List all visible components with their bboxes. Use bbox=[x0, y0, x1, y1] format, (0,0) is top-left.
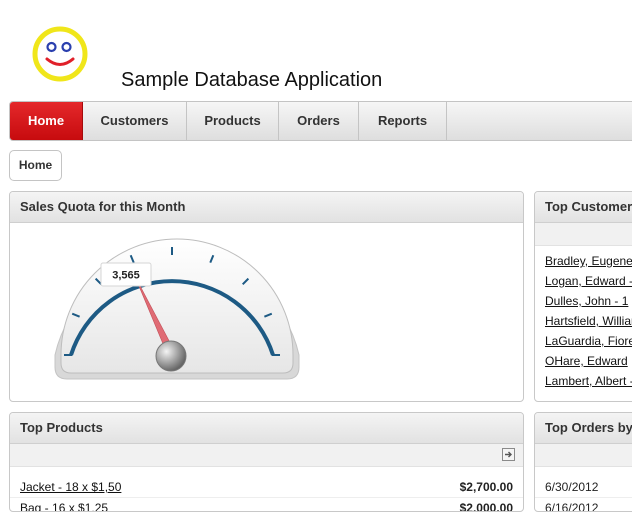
product-row: Bag - 16 x $1,25 $2,000.00 bbox=[10, 498, 523, 512]
sales-quota-region: Sales Quota for this Month 3,565 bbox=[9, 191, 524, 402]
tab-customers[interactable]: Customers bbox=[83, 102, 187, 140]
product-total: $2,000.00 bbox=[459, 501, 513, 512]
tab-products[interactable]: Products bbox=[187, 102, 279, 140]
product-link[interactable]: Bag - 16 x $1,25 bbox=[20, 498, 108, 511]
customer-link[interactable]: Hartsfield, William bbox=[535, 311, 632, 331]
customer-link[interactable]: Dulles, John - 1 bbox=[535, 291, 632, 311]
product-row: Jacket - 18 x $1,50 $2,700.00 bbox=[10, 477, 523, 498]
product-link[interactable]: Jacket - 18 x $1,50 bbox=[20, 477, 121, 497]
sales-quota-title: Sales Quota for this Month bbox=[10, 192, 523, 223]
main-tab-bar: Home Customers Products Orders Reports bbox=[9, 101, 632, 141]
customer-link[interactable]: OHare, Edward bbox=[535, 351, 632, 371]
top-customers-list: Bradley, Eugene Logan, Edward - Dulles, … bbox=[535, 246, 632, 391]
top-products-region: Top Products Jacket - 18 x $1,50 $2,700.… bbox=[9, 412, 524, 512]
tab-home[interactable]: Home bbox=[10, 102, 83, 140]
customer-link[interactable]: LaGuardia, Fiore bbox=[535, 331, 632, 351]
top-orders-toolbar bbox=[535, 444, 632, 467]
top-products-title: Top Products bbox=[10, 413, 523, 444]
order-row: 6/16/2012 bbox=[535, 498, 632, 511]
tab-reports[interactable]: Reports bbox=[359, 102, 447, 140]
top-customers-title: Top Customers bbox=[535, 192, 632, 223]
app-title: Sample Database Application bbox=[121, 69, 383, 91]
smiley-face-icon bbox=[32, 26, 88, 82]
sales-quota-gauge: 3,565 bbox=[54, 238, 300, 380]
breadcrumb-home[interactable]: Home bbox=[9, 150, 62, 181]
top-customers-region: Top Customers Bradley, Eugene Logan, Edw… bbox=[534, 191, 632, 402]
customer-link[interactable]: Lambert, Albert - bbox=[535, 371, 632, 391]
order-row: 6/30/2012 bbox=[535, 477, 632, 498]
tab-orders[interactable]: Orders bbox=[279, 102, 359, 140]
top-customers-toolbar bbox=[535, 223, 632, 246]
top-products-toolbar bbox=[10, 444, 523, 467]
top-orders-title: Top Orders by bbox=[535, 413, 632, 444]
top-orders-region: Top Orders by 6/30/2012 6/16/2012 bbox=[534, 412, 632, 512]
gauge-hub bbox=[155, 340, 187, 372]
gauge-value-label: 3,565 bbox=[112, 270, 140, 282]
customer-link[interactable]: Bradley, Eugene bbox=[535, 251, 632, 271]
product-total: $2,700.00 bbox=[459, 480, 513, 494]
export-arrow-icon[interactable] bbox=[502, 448, 515, 461]
customer-link[interactable]: Logan, Edward - bbox=[535, 271, 632, 291]
